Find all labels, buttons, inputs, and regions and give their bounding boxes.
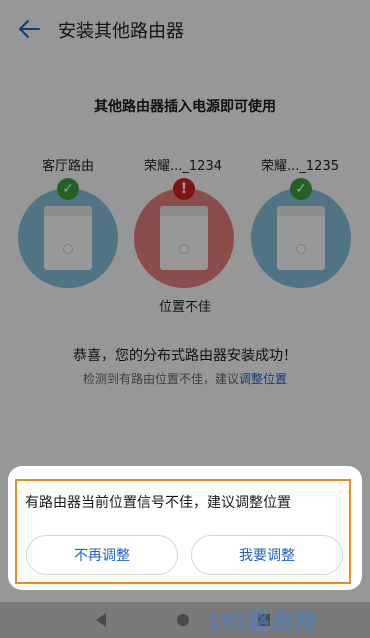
- nav-home-icon[interactable]: [177, 614, 189, 626]
- nav-back-icon[interactable]: [96, 613, 106, 627]
- no-adjust-button[interactable]: 不再调整: [26, 535, 178, 575]
- dialog-message: 有路由器当前位置信号不佳，建议调整位置: [25, 495, 291, 511]
- adjust-button[interactable]: 我要调整: [191, 535, 343, 575]
- watermark-logo: 192路由网: [208, 609, 317, 634]
